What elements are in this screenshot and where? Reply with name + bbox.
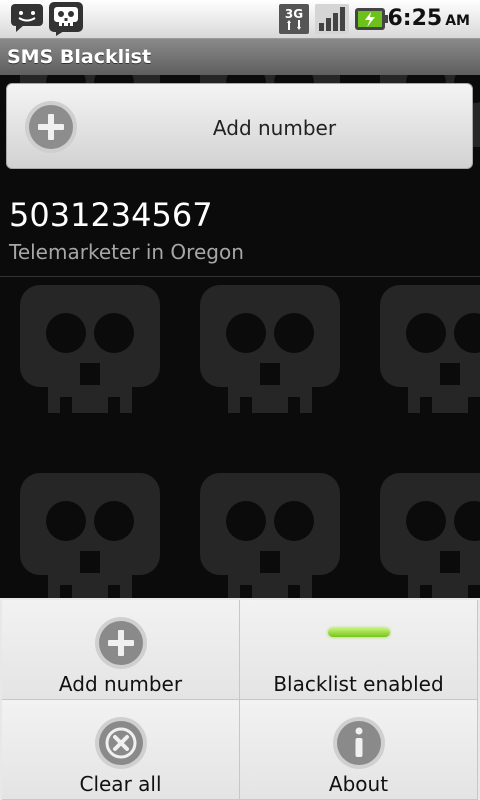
add-number-label: Add number [212,116,337,140]
add-number-button[interactable]: Add number [6,83,473,169]
menu-about[interactable]: About [240,700,478,800]
options-menu: Add number Blacklist enabled Clear all A… [0,598,480,800]
blacklist-entry-description: Telemarketer in Oregon [9,240,244,264]
title-bar: SMS Blacklist [0,39,480,75]
menu-about-label: About [328,772,389,796]
plus-circle-icon [94,616,148,674]
info-icon [332,716,386,774]
clock-time: 6:25 [387,6,443,31]
sms-notification-icon[interactable] [10,3,44,37]
clock: 6:25 AM [387,6,470,31]
app-title: SMS Blacklist [7,46,152,68]
blacklist-entry[interactable]: 5031234567 Telemarketer in Oregon [0,178,480,277]
signal-strength-icon [314,3,350,39]
clock-ampm: AM [445,13,470,29]
battery-charging-icon [354,6,388,36]
menu-blacklist-enabled-label: Blacklist enabled [273,672,444,696]
menu-add-number[interactable]: Add number [2,600,240,700]
clear-x-icon [94,716,148,774]
toggle-indicator-icon [327,628,390,637]
skull-notification-icon[interactable] [48,1,84,41]
blacklist-content: Add number 5031234567 Telemarketer in Or… [0,75,480,598]
menu-blacklist-enabled[interactable]: Blacklist enabled [240,600,478,700]
3g-data-icon: 3G [278,3,310,39]
menu-clear-all-label: Clear all [79,772,162,796]
status-bar: 3G 6:25 AM [0,0,480,39]
3g-label: 3G [285,7,303,21]
menu-add-number-label: Add number [58,672,183,696]
blacklist-entry-number: 5031234567 [9,196,213,234]
menu-clear-all[interactable]: Clear all [2,700,240,800]
